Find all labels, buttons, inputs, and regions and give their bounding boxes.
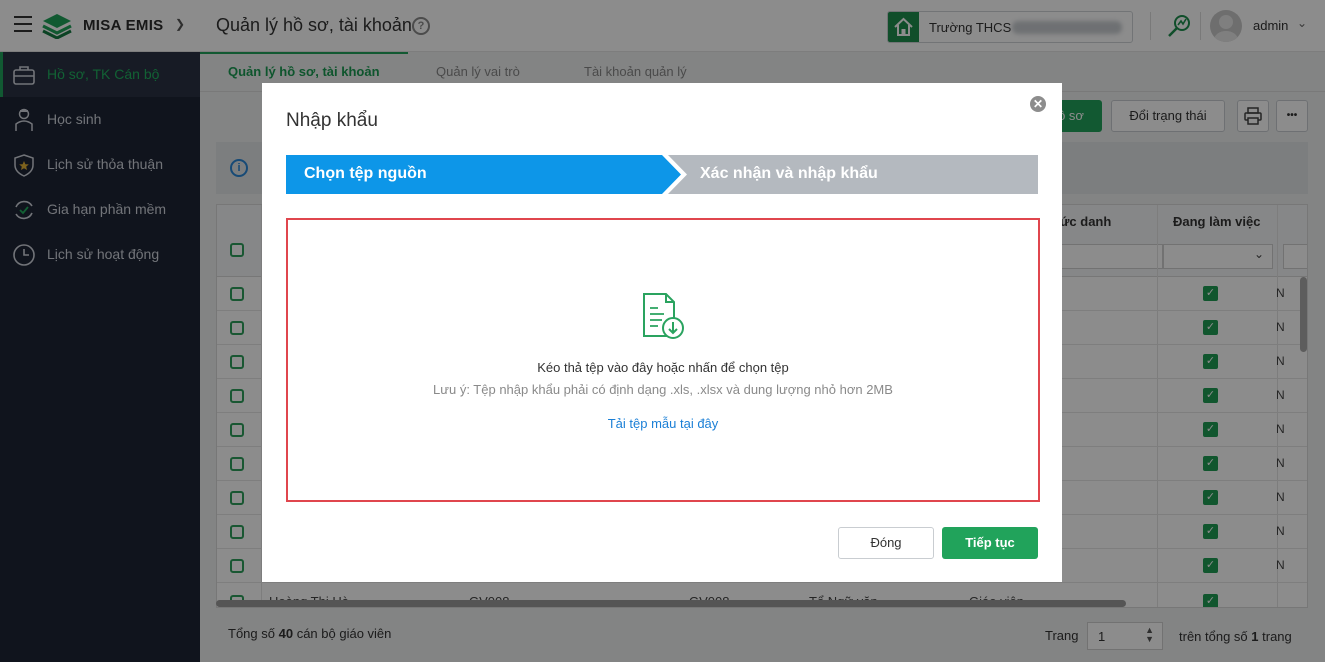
file-download-icon [643, 293, 684, 339]
import-steps: Chọn tệp nguồn Xác nhận và nhập khẩu [286, 155, 1038, 194]
file-dropzone[interactable]: Kéo thả tệp vào đây hoặc nhấn để chọn tệ… [286, 218, 1040, 502]
dropzone-note: Lưu ý: Tệp nhập khẩu phải có định dạng .… [433, 382, 893, 397]
close-icon[interactable]: ✕ [1030, 96, 1046, 112]
dialog-title: Nhập khẩu [286, 110, 378, 131]
continue-button[interactable]: Tiếp tục [942, 527, 1038, 559]
dropzone-instruction: Kéo thả tệp vào đây hoặc nhấn để chọn tệ… [537, 360, 789, 375]
step-confirm-import: Xác nhận và nhập khẩu [700, 165, 878, 182]
download-template-link[interactable]: Tải tệp mẫu tại đây [608, 416, 719, 431]
step-choose-source: Chọn tệp nguồn [304, 165, 427, 182]
import-dialog: Nhập khẩu ✕ Chọn tệp nguồn Xác nhận và n… [262, 83, 1062, 582]
close-button[interactable]: Đóng [838, 527, 934, 559]
